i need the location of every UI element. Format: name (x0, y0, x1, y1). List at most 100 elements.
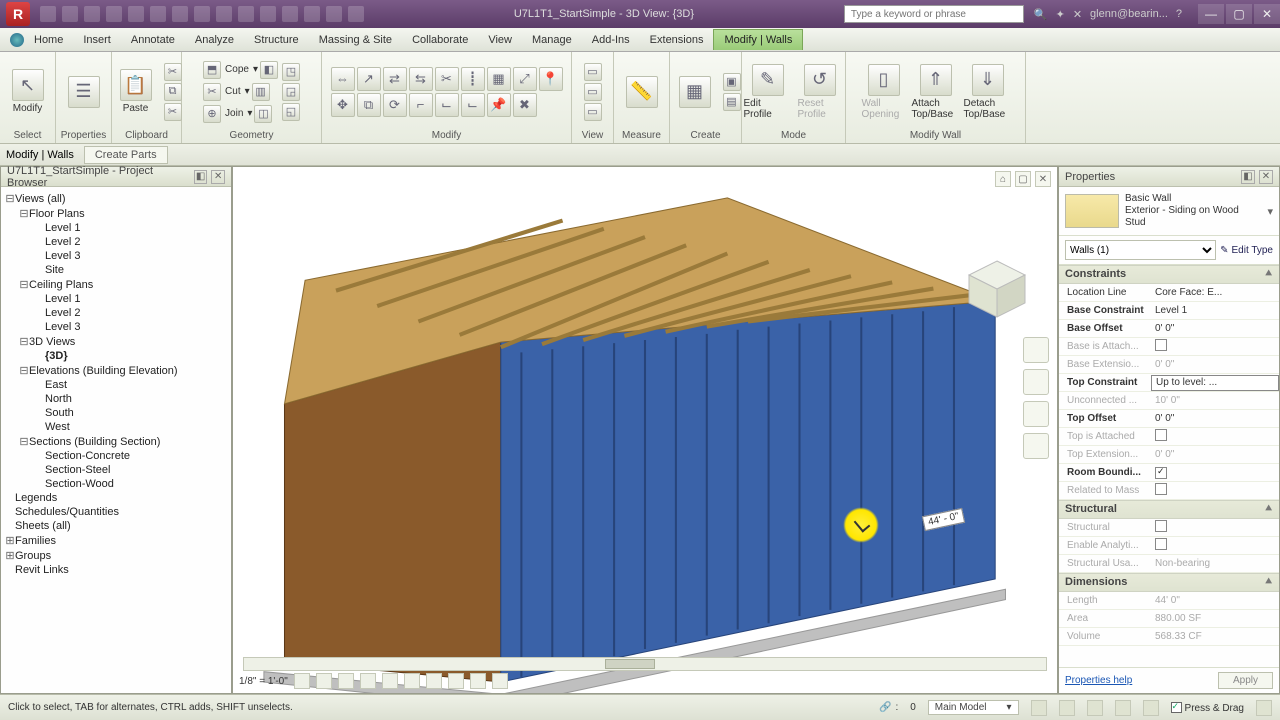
create-parts-button[interactable]: Create Parts (84, 146, 168, 164)
tab-modify-walls[interactable]: Modify | Walls (713, 29, 803, 50)
edit-type-button[interactable]: ✎Edit Type (1220, 245, 1273, 256)
qat-open-icon[interactable] (40, 6, 56, 22)
browser-tree[interactable]: ⊟Views (all)⊟Floor PlansLevel 1Level 2Le… (1, 187, 231, 693)
copy2-icon[interactable]: ⧉ (357, 93, 381, 117)
tab-view[interactable]: View (478, 30, 522, 50)
tree-item[interactable]: Level 2 (3, 306, 229, 320)
help-icon[interactable]: ? (1176, 8, 1182, 20)
tree-item[interactable]: Legends (3, 491, 229, 505)
property-row[interactable]: Structural (1059, 519, 1279, 537)
search-input[interactable] (844, 5, 1024, 23)
workset-combo[interactable]: Main Model▾ (928, 700, 1019, 715)
paste-button[interactable]: 📋Paste (112, 58, 160, 126)
property-row[interactable]: Structural Usa...Non-bearing (1059, 555, 1279, 573)
scale-icon[interactable]: ⤢ (513, 67, 537, 91)
pan-icon[interactable] (1023, 369, 1049, 395)
browser-close-icon[interactable]: ✕ (211, 170, 225, 184)
tree-item[interactable]: South (3, 406, 229, 420)
props-close-icon[interactable]: ✕ (1259, 170, 1273, 184)
property-row[interactable]: Top ConstraintUp to level: ... (1059, 374, 1279, 392)
splitgap-icon[interactable]: ┋ (461, 67, 485, 91)
apply-button[interactable]: Apply (1218, 672, 1273, 689)
trim-multi-icon[interactable]: ⌙ (461, 93, 485, 117)
view1-icon[interactable]: ▭ (584, 63, 602, 81)
delete-icon[interactable]: ✖ (513, 93, 537, 117)
qat-redo-icon[interactable] (106, 6, 122, 22)
detach-button[interactable]: ⇓Detach Top/Base (964, 58, 1012, 126)
matchtype-icon[interactable]: ✂ (164, 63, 182, 81)
copy-icon[interactable]: ⧉ (164, 83, 182, 101)
properties-button[interactable]: ☰ (60, 58, 108, 126)
rotate-icon[interactable]: ⟳ (383, 93, 407, 117)
tree-item[interactable]: Section-Wood (3, 477, 229, 491)
tab-massing-site[interactable]: Massing & Site (309, 30, 402, 50)
trim-icon[interactable]: ⌐ (409, 93, 433, 117)
maximize-button[interactable]: ▢ (1226, 4, 1252, 24)
join-icon[interactable]: ⊕ (203, 105, 221, 123)
pin-icon[interactable]: 📍 (539, 67, 563, 91)
properties-help-link[interactable]: Properties help (1065, 675, 1132, 686)
qat-close-icon[interactable] (326, 6, 342, 22)
render-icon[interactable] (382, 673, 398, 689)
tree-item[interactable]: Sheets (all) (3, 519, 229, 533)
tree-item[interactable]: ⊟Elevations (Building Elevation) (3, 363, 229, 378)
split-icon[interactable]: ◫ (254, 105, 272, 123)
exchange-icon[interactable]: ✕ (1073, 8, 1082, 21)
property-row[interactable]: Related to Mass (1059, 482, 1279, 500)
group-icon[interactable]: ▣ (723, 73, 741, 91)
property-row[interactable]: Base is Attach... (1059, 338, 1279, 356)
property-row[interactable]: Enable Analyti... (1059, 537, 1279, 555)
tab-annotate[interactable]: Annotate (121, 30, 185, 50)
unpin-icon[interactable]: 📌 (487, 93, 511, 117)
zoom-icon[interactable] (1023, 401, 1049, 427)
qat-text-icon[interactable] (194, 6, 210, 22)
editable-only-icon[interactable] (1059, 700, 1075, 716)
tree-item[interactable]: West (3, 420, 229, 434)
steering-wheel-icon[interactable] (1023, 337, 1049, 363)
property-row[interactable]: Top Offset0' 0" (1059, 410, 1279, 428)
tree-item[interactable]: {3D} (3, 349, 229, 363)
filter-icon[interactable] (1256, 700, 1272, 716)
tree-item[interactable]: ⊟Floor Plans (3, 206, 229, 221)
tab-add-ins[interactable]: Add-Ins (582, 30, 640, 50)
move-icon[interactable]: ✥ (331, 93, 355, 117)
align-icon[interactable]: ⇔ (331, 67, 355, 91)
signin-label[interactable]: glenn@bearin... (1090, 8, 1168, 20)
cut-clip-icon[interactable]: ✂ (164, 103, 182, 121)
orbit-icon[interactable] (1023, 433, 1049, 459)
qat-section-icon[interactable] (282, 6, 298, 22)
qat-tag-icon[interactable] (172, 6, 188, 22)
property-row[interactable]: Location LineCore Face: E... (1059, 284, 1279, 302)
property-row[interactable]: Area880.00 SF (1059, 610, 1279, 628)
property-row[interactable]: Unconnected ...10' 0" (1059, 392, 1279, 410)
tree-item[interactable]: East (3, 378, 229, 392)
tree-item[interactable]: Level 3 (3, 249, 229, 263)
tree-item[interactable]: Site (3, 263, 229, 277)
visual-style-icon[interactable] (316, 673, 332, 689)
properties-grid[interactable]: Constraints⯅Location LineCore Face: E...… (1059, 265, 1279, 667)
property-row[interactable]: Room Boundi... (1059, 464, 1279, 482)
tree-item[interactable]: Level 2 (3, 235, 229, 249)
cope-icon[interactable]: ⬒ (203, 61, 221, 79)
tree-item[interactable]: Section-Steel (3, 463, 229, 477)
assembly-icon[interactable]: ▤ (723, 93, 741, 111)
view2-icon[interactable]: ▭ (584, 83, 602, 101)
property-row[interactable]: Top Extension...0' 0" (1059, 446, 1279, 464)
tree-item[interactable]: ⊟3D Views (3, 334, 229, 349)
subscription-icon[interactable]: ✦ (1056, 8, 1065, 21)
selection-count-icon[interactable]: 🔗 (879, 702, 891, 713)
tree-item[interactable]: ⊟Ceiling Plans (3, 277, 229, 292)
mirror-axis-icon[interactable]: ⇄ (383, 67, 407, 91)
tree-item[interactable]: North (3, 392, 229, 406)
view3-icon[interactable]: ▭ (584, 103, 602, 121)
tree-item[interactable]: ⊞Groups (3, 548, 229, 563)
qat-undo-icon[interactable] (84, 6, 100, 22)
qat-print-icon[interactable] (128, 6, 144, 22)
lock3d-icon[interactable] (448, 673, 464, 689)
close-button[interactable]: ✕ (1254, 4, 1280, 24)
tree-item[interactable]: ⊟Views (all) (3, 191, 229, 206)
tab-collaborate[interactable]: Collaborate (402, 30, 478, 50)
scale-label[interactable]: 1/8" = 1'-0" (239, 676, 288, 687)
property-row[interactable]: Base ConstraintLevel 1 (1059, 302, 1279, 320)
qat-3d-icon[interactable] (260, 6, 276, 22)
